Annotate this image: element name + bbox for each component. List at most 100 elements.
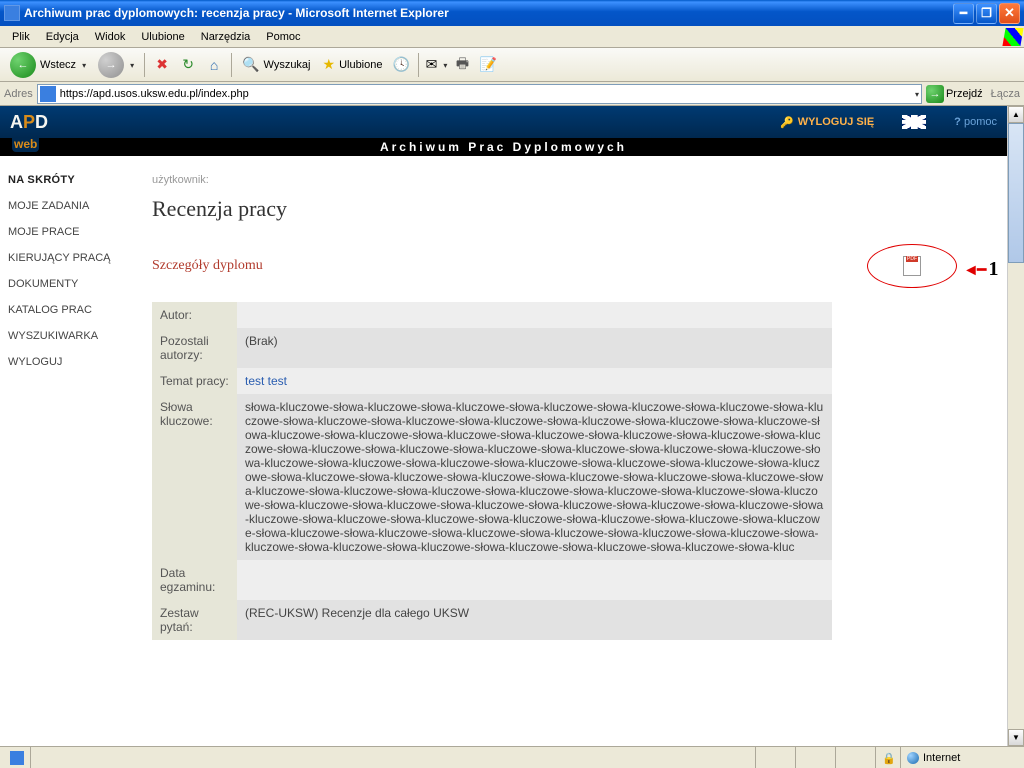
toolbar-separator — [418, 53, 419, 77]
globe-icon — [907, 752, 919, 764]
cell-value — [237, 302, 832, 328]
menu-plik[interactable]: Plik — [4, 29, 38, 45]
sidebar-item-moje-prace[interactable]: MOJE PRACE — [8, 226, 142, 238]
toolbar-separator — [231, 53, 232, 77]
search-button[interactable]: 🔍 Wyszukaj — [238, 52, 314, 78]
address-label: Adres — [4, 88, 33, 100]
page-icon — [40, 86, 56, 102]
apd-logo[interactable]: APD — [10, 112, 48, 133]
star-icon: ★ — [323, 56, 336, 73]
table-row: Autor: — [152, 302, 832, 328]
forward-icon: → — [98, 52, 124, 78]
main-content: użytkownik: Recenzja pracy Szczegóły dyp… — [150, 156, 1007, 746]
section-heading: Szczegóły dyplomu — [152, 258, 263, 274]
mail-dropdown-icon[interactable] — [441, 59, 447, 71]
maximize-button[interactable]: ❐ — [976, 3, 997, 24]
language-flag-uk[interactable] — [902, 115, 926, 129]
table-row: Zestaw pytań:(REC-UKSW) Recenzje dla cał… — [152, 600, 832, 640]
go-icon: → — [926, 85, 944, 103]
address-url: https://apd.usos.uksw.edu.pl/index.php — [60, 88, 249, 100]
page-title: Recenzja pracy — [152, 196, 997, 222]
key-icon: 🔑 — [780, 116, 794, 129]
annotation-number: 1 — [988, 258, 998, 281]
status-lock: 🔒 — [875, 747, 900, 768]
windows-flag-icon — [1002, 28, 1023, 46]
favorites-button[interactable]: ★ Ulubione — [319, 52, 387, 78]
sidebar-item-wyszukiwarka[interactable]: WYSZUKIWARKA — [8, 330, 142, 342]
scroll-up-button[interactable]: ▲ — [1008, 106, 1024, 123]
menu-edycja[interactable]: Edycja — [38, 29, 87, 45]
toolbar-separator — [144, 53, 145, 77]
mail-icon: ✉ — [426, 56, 438, 73]
zone-label: Internet — [923, 752, 960, 764]
status-bar: 🔒 Internet — [0, 746, 1024, 768]
history-icon: 🕓 — [393, 56, 410, 73]
toolbar: ← Wstecz → ✖ ↻ ⌂ 🔍 Wyszukaj ★ Ulubione 🕓… — [0, 48, 1024, 82]
forward-button[interactable]: → — [94, 52, 138, 78]
history-button[interactable]: 🕓 — [390, 54, 412, 76]
scroll-thumb[interactable] — [1008, 123, 1024, 263]
cell-label: Temat pracy: — [152, 368, 237, 394]
vertical-scrollbar[interactable]: ▲ ▼ — [1007, 106, 1024, 746]
back-button[interactable]: ← Wstecz — [6, 52, 90, 78]
table-row: Data egzaminu: — [152, 560, 832, 600]
refresh-button[interactable]: ↻ — [177, 54, 199, 76]
apd-band: Archiwum Prac Dyplomowych — [0, 138, 1007, 156]
scroll-down-button[interactable]: ▼ — [1008, 729, 1024, 746]
help-link[interactable]: ? pomoc — [954, 116, 997, 128]
stop-button[interactable]: ✖ — [151, 54, 173, 76]
cell-value: słowa-kluczowe-słowa-kluczowe-słowa-kluc… — [237, 394, 832, 560]
topic-link[interactable]: test test — [245, 374, 287, 388]
pdf-icon[interactable] — [903, 256, 921, 276]
cell-label: Pozostali autorzy: — [152, 328, 237, 368]
sidebar-item-katalog[interactable]: KATALOG PRAC — [8, 304, 142, 316]
close-button[interactable]: ✕ — [999, 3, 1020, 24]
address-input[interactable]: https://apd.usos.uksw.edu.pl/index.php — [37, 84, 922, 104]
menu-pomoc[interactable]: Pomoc — [258, 29, 308, 45]
menu-ulubione[interactable]: Ulubione — [133, 29, 192, 45]
cell-value: (Brak) — [237, 328, 832, 368]
favorites-label: Ulubione — [339, 59, 382, 71]
cell-value — [237, 560, 832, 600]
edit-button[interactable]: 📝 — [477, 54, 499, 76]
go-label: Przejdź — [946, 88, 983, 100]
app-icon — [4, 5, 20, 21]
annotation-oval — [867, 244, 957, 288]
back-dropdown-icon[interactable] — [80, 59, 86, 71]
window-title: Archiwum prac dyplomowych: recenzja prac… — [24, 6, 953, 20]
help-label: pomoc — [964, 116, 997, 128]
status-page-icon — [4, 747, 30, 768]
sidebar-item-moje-zadania[interactable]: MOJE ZADANIA — [8, 200, 142, 212]
edit-icon: 📝 — [480, 56, 497, 73]
print-button[interactable]: 🖶 — [451, 54, 473, 76]
sidebar-item-kierujacy[interactable]: KIERUJĄCY PRACĄ — [8, 252, 142, 264]
apd-header: APD 🔑 WYLOGUJ SIĘ ? pomoc — [0, 106, 1007, 138]
search-icon: 🔍 — [242, 56, 259, 73]
logout-label: WYLOGUJ SIĘ — [798, 116, 874, 128]
mail-button[interactable]: ✉ — [425, 54, 447, 76]
sidebar-item-dokumenty[interactable]: DOKUMENTY — [8, 278, 142, 290]
arrow-icon: ◄━ — [963, 260, 984, 280]
forward-dropdown-icon[interactable] — [128, 59, 134, 71]
sidebar-item-wyloguj[interactable]: WYLOGUJ — [8, 356, 142, 368]
links-label[interactable]: Łącza — [991, 88, 1020, 100]
annotation-arrow: ◄━ 1 — [963, 258, 998, 281]
go-button[interactable]: → Przejdź — [926, 85, 983, 103]
window-titlebar: Archiwum prac dyplomowych: recenzja prac… — [0, 0, 1024, 26]
user-line: użytkownik: — [152, 174, 997, 186]
cell-label: Zestaw pytań: — [152, 600, 237, 640]
home-button[interactable]: ⌂ — [203, 54, 225, 76]
cell-label: Słowa kluczowe: — [152, 394, 237, 560]
back-icon: ← — [10, 52, 36, 78]
logout-link[interactable]: 🔑 WYLOGUJ SIĘ — [780, 116, 874, 129]
refresh-icon: ↻ — [182, 56, 194, 73]
cell-value: (REC-UKSW) Recenzje dla całego UKSW — [237, 600, 832, 640]
page-viewport: ▲ ▼ APD 🔑 WYLOGUJ SIĘ ? pomoc web Archiw… — [0, 106, 1024, 746]
cell-label: Data egzaminu: — [152, 560, 237, 600]
menu-narzedzia[interactable]: Narzędzia — [193, 29, 259, 45]
address-dropdown-icon[interactable] — [913, 88, 919, 100]
menu-widok[interactable]: Widok — [87, 29, 134, 45]
table-row: Temat pracy: test test — [152, 368, 832, 394]
status-zone: Internet — [900, 747, 1020, 768]
minimize-button[interactable]: ━ — [953, 3, 974, 24]
